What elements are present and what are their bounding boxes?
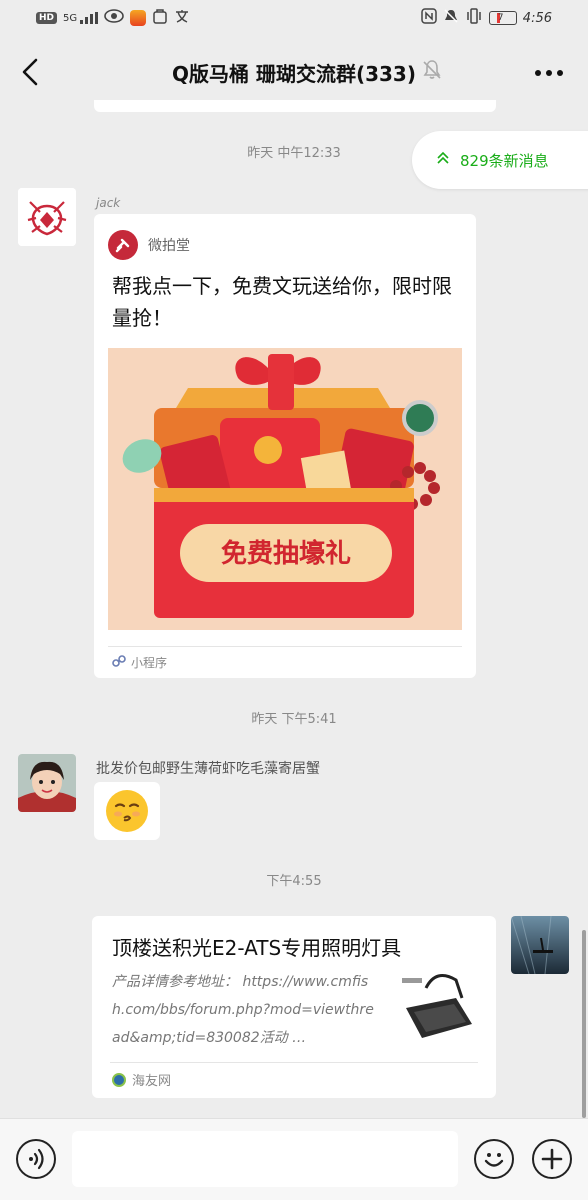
kissing-face-emoji-icon — [106, 790, 148, 832]
battery-icon: 7 — [488, 11, 517, 25]
site-logo-icon — [112, 1072, 126, 1087]
timestamp: 昨天 下午5:41 — [251, 712, 337, 727]
more-functions-button[interactable] — [532, 1139, 572, 1179]
timestamp: 下午4:55 — [266, 874, 322, 889]
link-thumbnail — [396, 968, 478, 1050]
avatar-child[interactable] — [18, 754, 76, 812]
chat-scrollbar[interactable] — [582, 930, 586, 1118]
sender-nickname: 批发价包邮野生薄荷虾吃毛藻寄居蟹 — [96, 761, 320, 777]
sender-name: jack — [96, 196, 121, 210]
mini-program-text: 帮我点一下，免费文玩送给你，限时限量抢！ — [112, 274, 452, 330]
more-dots-icon — [535, 70, 563, 76]
translate-icon — [174, 8, 190, 28]
previous-message-card[interactable] — [94, 100, 496, 112]
voice-icon — [29, 1148, 44, 1170]
plus-icon — [541, 1148, 563, 1170]
input-bar — [0, 1118, 588, 1200]
vibrate-icon — [465, 8, 483, 28]
battery-level: 7 — [497, 13, 504, 23]
status-bar: HD 5G 7 4:56 — [0, 0, 588, 36]
avatar-jack[interactable] — [18, 188, 76, 246]
link-source: 海友网 — [132, 1074, 172, 1089]
network-type: 5G — [63, 13, 78, 24]
chat-title: Q版马桶 珊瑚交流群(333) — [172, 62, 416, 86]
more-options-button[interactable] — [534, 64, 564, 77]
mini-program-name: 微拍堂 — [148, 238, 190, 254]
mini-program-icon — [112, 654, 126, 671]
smiley-icon — [484, 1153, 504, 1167]
divider — [110, 1062, 478, 1063]
app-notification-icon — [130, 10, 147, 26]
nfc-icon — [421, 8, 437, 28]
link-card[interactable]: 顶楼送积光E2-ATS专用照明灯具 产品详情参考地址： https://www.… — [92, 916, 496, 1098]
bell-mute-icon — [420, 58, 444, 82]
mini-program-label: 小程序 — [131, 656, 168, 670]
divider — [108, 646, 462, 647]
weipaitang-logo-icon — [108, 230, 138, 260]
chat-header: Q版马桶 珊瑚交流群(333) — [0, 36, 588, 108]
emoji-message[interactable] — [94, 782, 160, 840]
unread-count-label: 829条新消息 — [460, 151, 549, 170]
bag-icon — [152, 8, 168, 28]
alarm-mute-icon — [443, 8, 459, 28]
mini-program-card[interactable]: 微拍堂 帮我点一下，免费文玩送给你，限时限量抢！ 免费抽壕礼 小程序 — [94, 214, 476, 678]
eye-icon — [104, 9, 125, 27]
signal-icon: 5G — [63, 12, 99, 24]
unread-messages-banner[interactable]: 829条新消息 — [412, 131, 588, 189]
mini-program-banner: 免费抽壕礼 — [108, 348, 462, 630]
link-title: 顶楼送积光E2-ATS专用照明灯具 — [112, 936, 402, 960]
message-input[interactable] — [72, 1131, 458, 1187]
double-chevron-up-icon — [436, 151, 450, 169]
emoji-button[interactable] — [474, 1139, 514, 1179]
avatar-self[interactable] — [511, 916, 569, 974]
hd-indicator: HD — [36, 12, 58, 24]
clock: 4:56 — [522, 10, 552, 26]
banner-text: 免费抽壕礼 — [221, 538, 351, 569]
gift-box-illustration: 免费抽壕礼 — [108, 348, 462, 630]
voice-button[interactable] — [16, 1139, 56, 1179]
link-description: 产品详情参考地址： https://www.cmfish.com/bbs/for… — [112, 974, 374, 1046]
